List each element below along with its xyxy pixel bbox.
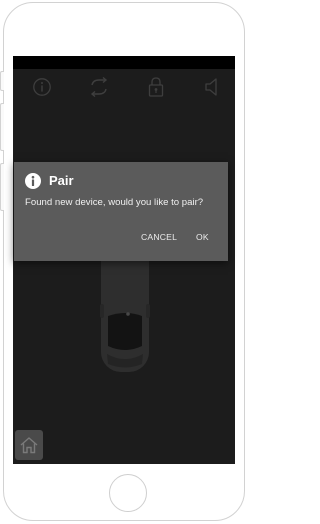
phone-home-button[interactable] bbox=[109, 474, 147, 512]
cancel-button[interactable]: CANCEL bbox=[141, 231, 177, 244]
dialog-title: Pair bbox=[49, 173, 74, 188]
pair-dialog: Pair Found new device, would you like to… bbox=[14, 162, 228, 261]
phone-volume-up-button bbox=[0, 103, 4, 151]
dialog-message: Found new device, would you like to pair… bbox=[25, 197, 204, 208]
home-button[interactable] bbox=[15, 430, 43, 460]
house-icon bbox=[20, 437, 38, 454]
phone-side-button bbox=[0, 71, 4, 91]
phone-volume-down-button bbox=[0, 163, 4, 211]
ok-button[interactable]: OK bbox=[196, 231, 209, 244]
info-icon bbox=[25, 173, 41, 189]
